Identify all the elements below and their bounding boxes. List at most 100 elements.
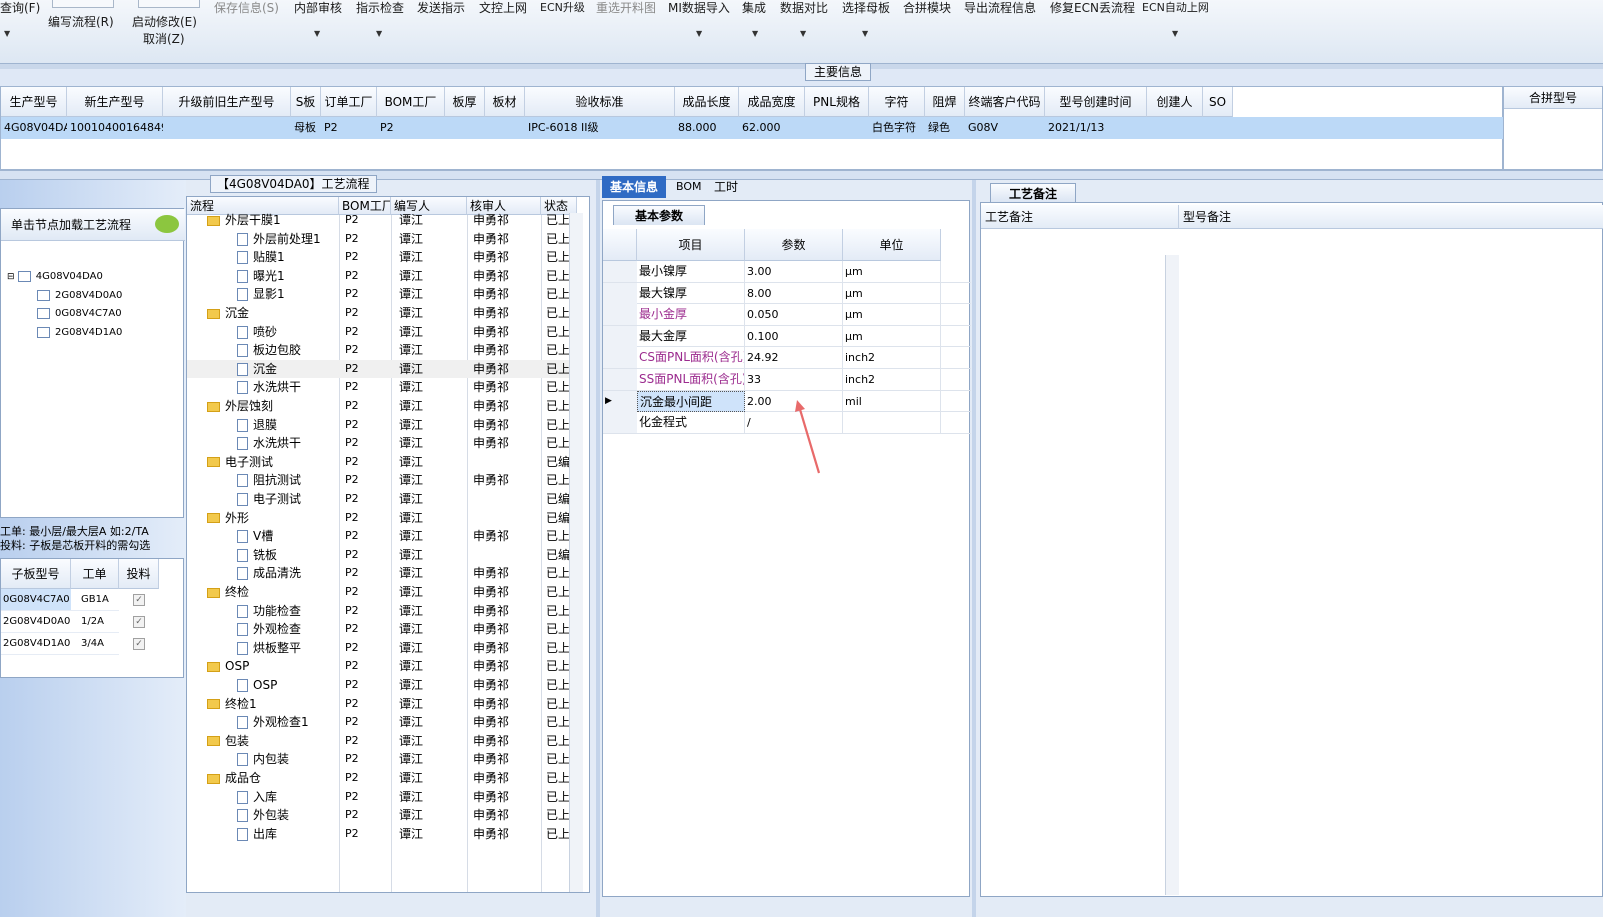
param-row[interactable]: ▶ 沉金最小间距 2.00 mil xyxy=(603,390,971,413)
process-row[interactable]: 成品清洗 P2 谭江 申勇祁 已上网 xyxy=(187,564,582,583)
main-info-cell[interactable] xyxy=(163,117,291,139)
chevron-down-icon[interactable]: ▼ xyxy=(1172,29,1178,38)
col-header[interactable]: BOM工厂 xyxy=(377,87,445,117)
row-selector[interactable] xyxy=(603,261,637,282)
main-info-cell[interactable]: 绿色 xyxy=(925,117,965,139)
col-header[interactable]: 新生产型号 xyxy=(67,87,163,117)
cancel-button[interactable]: 取消(Z) xyxy=(143,31,185,47)
main-info-cell[interactable]: 62.000 xyxy=(739,117,805,139)
sub-board-order[interactable]: 1/2A xyxy=(71,611,119,633)
param-row[interactable]: 化金程式 / xyxy=(603,412,971,434)
process-name-cell[interactable]: 沉金 xyxy=(207,304,339,322)
sub-board-order[interactable]: GB1A xyxy=(71,589,119,611)
process-name-cell[interactable]: 喷砂 xyxy=(237,323,339,341)
main-info-cell[interactable]: 白色字符 xyxy=(869,117,925,139)
process-row[interactable]: 电子测试 P2 谭江 已编写 xyxy=(187,453,582,472)
chevron-down-icon[interactable]: ▼ xyxy=(4,29,10,38)
main-info-cell[interactable] xyxy=(1147,117,1203,139)
process-name-cell[interactable]: 入库 xyxy=(237,788,339,806)
process-name-cell[interactable]: 沉金 xyxy=(237,360,339,378)
internal-review-button[interactable]: 内部审核 xyxy=(294,0,342,16)
process-row[interactable]: V槽 P2 谭江 申勇祁 已上网 xyxy=(187,527,582,546)
process-name-cell[interactable]: 外层干膜1 xyxy=(207,211,339,229)
chevron-down-icon[interactable]: ▼ xyxy=(314,29,320,38)
main-info-cell[interactable]: 10010400164849 xyxy=(67,117,163,139)
process-row[interactable]: 水洗烘干 P2 谭江 申勇祁 已上网 xyxy=(187,378,582,397)
process-name-cell[interactable]: 水洗烘干 xyxy=(237,378,339,396)
col-header[interactable]: 成品宽度 xyxy=(739,87,805,117)
col-header[interactable]: PNL规格 xyxy=(805,87,869,117)
tree-root-node[interactable]: ⊟ 4G08V04DA0 xyxy=(7,270,103,284)
process-row[interactable]: 功能检查 P2 谭江 申勇祁 已上网 xyxy=(187,602,582,621)
param-row[interactable]: CS面PNL面积(含孔) 24.92 inch2 xyxy=(603,347,971,369)
select-mother-board-button[interactable]: 选择母板 xyxy=(842,0,890,16)
process-name-cell[interactable]: 贴膜1 xyxy=(237,248,339,266)
col-header[interactable]: SO xyxy=(1203,87,1233,117)
process-remark-header[interactable]: 工艺备注 xyxy=(981,205,1179,229)
col-header[interactable]: 阻焊 xyxy=(925,87,965,117)
col-header[interactable]: 字符 xyxy=(869,87,925,117)
param-row[interactable]: 最大镍厚 8.00 μm xyxy=(603,282,971,305)
process-row[interactable]: 外观检查 P2 谭江 申勇祁 已上网 xyxy=(187,620,582,639)
process-row[interactable]: 电子测试 P2 谭江 已编写 xyxy=(187,490,582,509)
col-header[interactable]: 生产型号 xyxy=(1,87,67,117)
process-name-cell[interactable]: 外观检查 xyxy=(237,620,339,638)
main-info-cell[interactable] xyxy=(485,117,525,139)
col-header[interactable]: 成品长度 xyxy=(675,87,739,117)
process-row[interactable]: 入库 P2 谭江 申勇祁 已上网 xyxy=(187,788,582,807)
process-row[interactable]: 终检 P2 谭江 申勇祁 已上网 xyxy=(187,583,582,602)
main-info-cell[interactable] xyxy=(445,117,485,139)
col-header[interactable]: 验收标准 xyxy=(525,87,675,117)
process-row[interactable]: 沉金 P2 谭江 申勇祁 已上网 xyxy=(187,304,582,323)
process-name-cell[interactable]: 显影1 xyxy=(237,285,339,303)
chevron-down-icon[interactable]: ▼ xyxy=(376,29,382,38)
process-row[interactable]: 出库 P2 谭江 申勇祁 已上网 xyxy=(187,825,582,844)
process-row[interactable]: 铣板 P2 谭江 已编写 xyxy=(187,546,582,565)
process-row[interactable]: 阻抗测试 P2 谭江 申勇祁 已上网 xyxy=(187,471,582,490)
process-row[interactable]: 曝光1 P2 谭江 申勇祁 已上网 xyxy=(187,267,582,286)
process-name-cell[interactable]: 外观检查1 xyxy=(237,713,339,731)
row-selector[interactable] xyxy=(603,282,637,304)
col-header[interactable]: 项目 xyxy=(637,229,745,261)
process-name-cell[interactable]: 外包装 xyxy=(237,806,339,824)
main-info-cell[interactable]: 4G08V04DA0 xyxy=(1,117,67,139)
fix-ecn-flow-button[interactable]: 修复ECN丢流程 xyxy=(1050,0,1135,16)
export-flow-button[interactable]: 导出流程信息 xyxy=(964,0,1036,16)
chevron-down-icon[interactable]: ▼ xyxy=(800,29,806,38)
feed-checkbox[interactable]: ✓ xyxy=(133,594,145,606)
col-header[interactable]: 子板型号 xyxy=(1,559,71,589)
chevron-down-icon[interactable]: ▼ xyxy=(862,29,868,38)
process-row[interactable]: 内包装 P2 谭江 申勇祁 已上网 xyxy=(187,750,582,769)
process-name-cell[interactable]: 包装 xyxy=(207,732,339,750)
integrate-button[interactable]: 集成 xyxy=(742,0,766,16)
process-row[interactable]: 水洗烘干 P2 谭江 申勇祁 已上网 xyxy=(187,434,582,453)
process-row[interactable]: 退膜 P2 谭江 申勇祁 已上网 xyxy=(187,416,582,435)
process-row[interactable]: OSP P2 谭江 申勇祁 已上网 xyxy=(187,676,582,695)
main-info-cell[interactable]: 2021/1/13 xyxy=(1045,117,1147,139)
param-value[interactable]: 3.00 xyxy=(745,261,843,282)
param-value[interactable]: 24.92 xyxy=(745,347,843,369)
process-row[interactable]: 沉金 P2 谭江 申勇祁 已上网 xyxy=(187,359,582,379)
send-instruction-button[interactable]: 发送指示 xyxy=(417,0,465,16)
process-name-cell[interactable]: OSP xyxy=(207,657,339,675)
process-name-cell[interactable]: 铣板 xyxy=(237,546,339,564)
col-header[interactable]: 型号创建时间 xyxy=(1045,87,1147,117)
process-name-cell[interactable]: 烘板整平 xyxy=(237,639,339,657)
process-name-cell[interactable]: 成品仓 xyxy=(207,769,339,787)
col-header[interactable]: 板厚 xyxy=(445,87,485,117)
tree-node[interactable]: 0G08V4C7A0 xyxy=(37,307,122,321)
param-value[interactable]: 2.00 xyxy=(745,390,843,412)
vertical-splitter[interactable] xyxy=(972,180,976,917)
main-info-cell[interactable]: 母板 xyxy=(291,117,321,139)
vertical-scrollbar[interactable] xyxy=(1165,255,1179,895)
col-header[interactable]: 参数 xyxy=(745,229,843,261)
process-row[interactable]: 喷砂 P2 谭江 申勇祁 已上网 xyxy=(187,323,582,342)
col-header[interactable]: 升级前旧生产型号 xyxy=(163,87,291,117)
sub-board-model[interactable]: 2G08V4D1A0 xyxy=(1,633,71,655)
ecn-auto-online-button[interactable]: ECN自动上网 xyxy=(1142,0,1209,16)
col-header[interactable]: 投料 xyxy=(119,559,159,589)
col-header[interactable]: 订单工厂 xyxy=(321,87,377,117)
process-row[interactable]: 外层前处理1 P2 谭江 申勇祁 已上网 xyxy=(187,230,582,249)
process-name-cell[interactable]: 功能检查 xyxy=(237,602,339,620)
chevron-down-icon[interactable]: ▼ xyxy=(696,29,702,38)
